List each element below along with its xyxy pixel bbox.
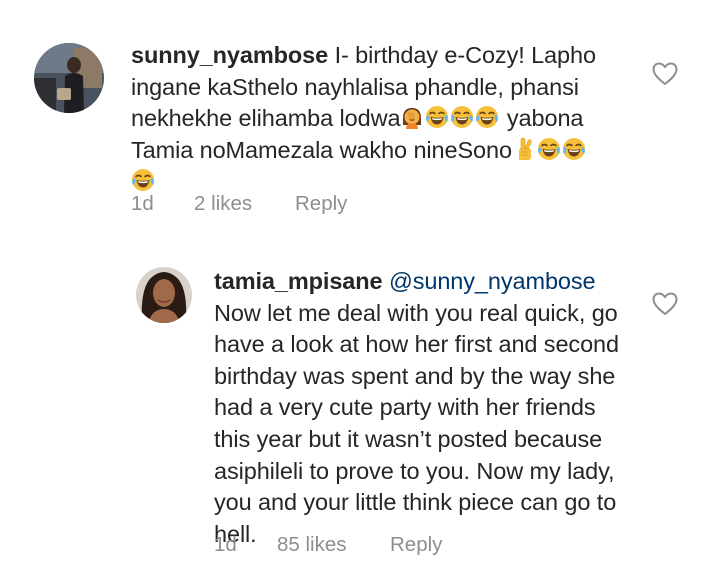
crossed-fingers-icon — [512, 137, 536, 161]
face-with-tears-of-joy-icon — [131, 168, 155, 192]
comment-sunny: sunny_nyambose I- birthday e-Cozy! Lapho… — [0, 0, 720, 230]
like-count[interactable]: 85 likes — [277, 533, 347, 557]
comment-tamia: tamia_mpisane @sunny_nyambose Now let me… — [0, 230, 720, 578]
reply-text: tamia_mpisane @sunny_nyambose Now let me… — [214, 266, 634, 550]
face-with-tears-of-joy-icon — [475, 105, 499, 129]
comment-meta: 1d 2 likes Reply — [131, 192, 531, 216]
comment-meta: 1d 85 likes Reply — [214, 533, 614, 557]
comment-text: sunny_nyambose I- birthday e-Cozy! Lapho… — [131, 40, 631, 198]
like-count[interactable]: 2 likes — [194, 192, 252, 216]
reply-button[interactable]: Reply — [390, 533, 442, 557]
face-with-tears-of-joy-icon — [562, 137, 586, 161]
heart-outline-icon[interactable] — [652, 62, 678, 86]
face-with-tears-of-joy-icon — [425, 105, 449, 129]
mention-link[interactable]: @sunny_nyambose — [389, 268, 596, 294]
timestamp: 1d — [131, 192, 154, 215]
comment-body: Now let me deal with you real quick, go … — [214, 299, 619, 547]
timestamp: 1d — [214, 533, 237, 556]
woman-facepalming-icon — [400, 105, 424, 129]
heart-outline-icon[interactable] — [652, 292, 678, 316]
username[interactable]: tamia_mpisane — [214, 268, 383, 294]
face-with-tears-of-joy-icon — [450, 105, 474, 129]
username[interactable]: sunny_nyambose — [131, 42, 328, 68]
avatar[interactable] — [34, 43, 104, 113]
avatar[interactable] — [136, 267, 192, 323]
face-with-tears-of-joy-icon — [537, 137, 561, 161]
reply-button[interactable]: Reply — [295, 192, 347, 216]
